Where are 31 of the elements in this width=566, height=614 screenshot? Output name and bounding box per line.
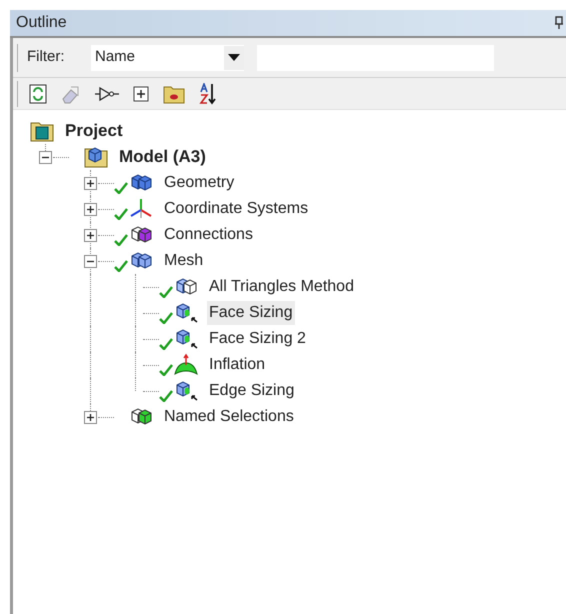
refresh-document-icon[interactable]: [29, 84, 47, 104]
tree-item[interactable]: Model (A3): [117, 144, 208, 170]
sort-icon[interactable]: [199, 82, 217, 104]
filter-dropdown[interactable]: Name: [91, 44, 244, 70]
pin-icon[interactable]: [554, 16, 564, 30]
expand-toggle[interactable]: [84, 202, 97, 216]
expand-toggle[interactable]: [84, 254, 97, 268]
expand-toggle[interactable]: [84, 410, 97, 424]
tree-item[interactable]: Face Sizing: [207, 301, 295, 325]
tree-item[interactable]: Named Selections: [162, 405, 296, 429]
tree-item[interactable]: Coordinate Systems: [162, 197, 310, 221]
caret-icon: [228, 54, 240, 61]
plus-box-icon[interactable]: [133, 86, 149, 102]
tree-item[interactable]: All Triangles Method: [207, 275, 356, 299]
expand-toggle[interactable]: [39, 150, 52, 164]
tree-item[interactable]: Project: [63, 118, 125, 144]
cube-folder-icon: [83, 145, 109, 169]
tree-item[interactable]: Mesh: [162, 249, 206, 273]
tree-item[interactable]: Edge Sizing: [207, 379, 296, 403]
tree-item[interactable]: Geometry: [162, 171, 236, 195]
tree-item[interactable]: Connections: [162, 223, 255, 247]
panel-title: Outline: [15, 13, 67, 33]
expand-toggle[interactable]: [84, 228, 97, 242]
folder-icon[interactable]: [163, 84, 185, 104]
gate-icon[interactable]: [95, 86, 119, 102]
axes-icon: [128, 197, 154, 221]
expand-toggle[interactable]: [84, 176, 97, 190]
tree-item[interactable]: Face Sizing 2: [207, 327, 308, 351]
filter-label: Filter:: [27, 47, 66, 68]
tree-item[interactable]: Inflation: [207, 353, 268, 377]
bump-icon: [173, 353, 199, 377]
